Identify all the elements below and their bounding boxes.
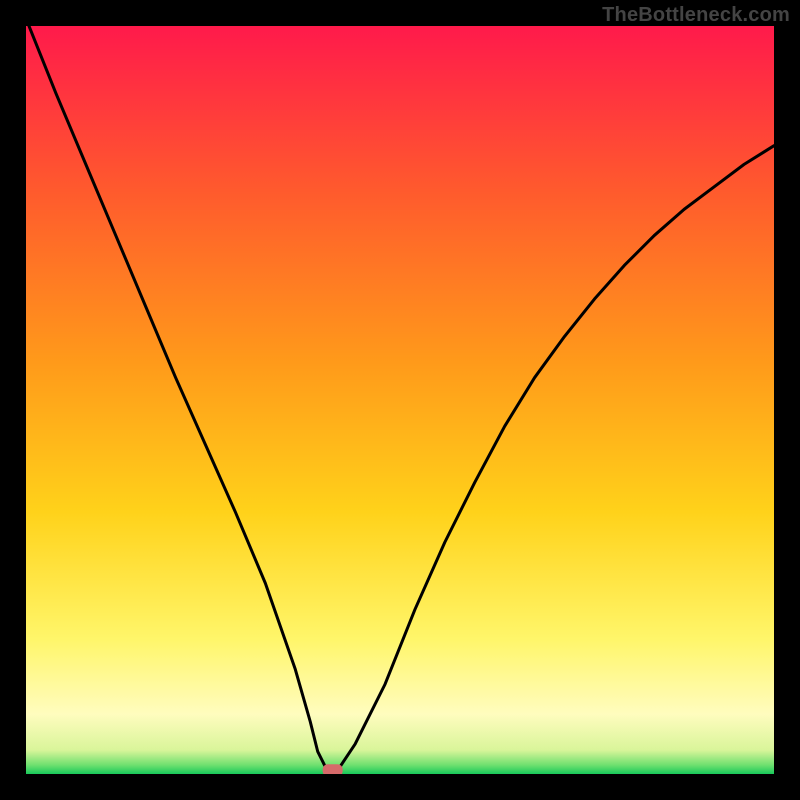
minimum-marker xyxy=(323,764,343,774)
watermark-label: TheBottleneck.com xyxy=(602,4,790,27)
gradient-background xyxy=(26,26,774,774)
chart-frame: TheBottleneck.com xyxy=(0,0,800,800)
bottleneck-chart xyxy=(26,26,774,774)
